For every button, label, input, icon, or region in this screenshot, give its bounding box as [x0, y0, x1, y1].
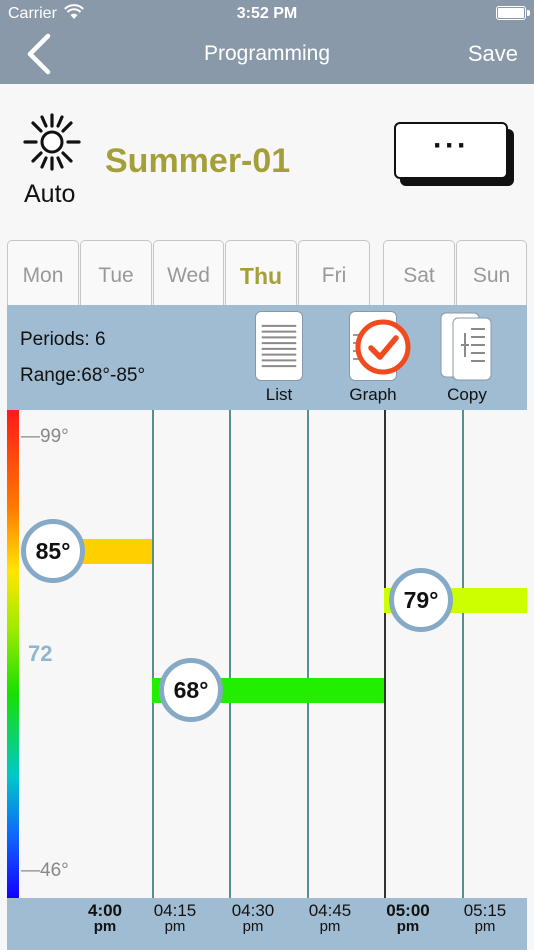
- grid-line: [307, 410, 309, 898]
- temperature-range: Range:68°-85°: [20, 365, 146, 386]
- page-title: Programming: [203, 42, 331, 65]
- setpoint-bubble[interactable]: 68°: [159, 657, 223, 722]
- mode-label: Auto: [24, 180, 76, 208]
- setpoint-bubble[interactable]: 85°: [21, 518, 85, 583]
- list-label: List: [265, 385, 293, 404]
- tab-mon[interactable]: Mon: [7, 240, 79, 306]
- grid-line-hour: [384, 410, 386, 898]
- temperature-graph[interactable]: —99° 72 —46° 85° 68° 79°: [7, 410, 527, 898]
- more-button-label: ···: [394, 122, 508, 179]
- periods-count: Periods: 6: [20, 329, 106, 350]
- scale-mid-label: 72: [28, 641, 53, 666]
- status-time: 3:52 PM: [236, 5, 298, 22]
- program-name: Summer-01: [105, 142, 291, 180]
- sun-icon[interactable]: [22, 112, 82, 172]
- programming-screen: Carrier 3:52 PM Programming Save Auto Su…: [0, 0, 534, 950]
- copy-icon: [440, 312, 492, 381]
- save-button[interactable]: Save: [468, 41, 518, 67]
- tab-wed[interactable]: Wed: [153, 240, 224, 306]
- navigation-bar: Carrier 3:52 PM Programming Save: [0, 0, 534, 84]
- scale-min-label: —46°: [21, 860, 69, 881]
- temperature-color-scale: [7, 410, 19, 898]
- day-tabs: Mon Tue Wed Thu Fri Sat Sun: [0, 239, 534, 306]
- time-axis: 4:00 pm 04:15 pm 04:30 pm 04:45 pm 05:00 pm 0…: [7, 898, 527, 950]
- time-label: 4:00 pm: [87, 901, 123, 935]
- tab-sun[interactable]: Sun: [456, 240, 527, 306]
- graph-check-icon: [353, 319, 411, 375]
- time-label: 04:30 pm: [231, 901, 275, 935]
- time-label: 05:15 pm: [463, 901, 507, 935]
- time-label: 04:15 pm: [153, 901, 197, 935]
- time-label: 04:45 pm: [308, 901, 352, 935]
- grid-line: [229, 410, 231, 898]
- scale-max-label: —99°: [21, 426, 69, 447]
- tab-fri[interactable]: Fri: [298, 240, 370, 306]
- list-icon: [255, 311, 303, 381]
- graph-label: Graph: [349, 385, 397, 404]
- more-options-button[interactable]: ···: [394, 122, 516, 186]
- grid-line: [462, 410, 464, 898]
- graph-button[interactable]: Graph: [333, 311, 413, 407]
- tab-tue[interactable]: Tue: [80, 240, 152, 306]
- status-bar: Carrier 3:52 PM: [0, 0, 534, 28]
- tab-thu[interactable]: Thu: [225, 240, 297, 306]
- setpoint-bubble[interactable]: 79°: [389, 567, 453, 632]
- copy-button[interactable]: Copy: [427, 311, 507, 407]
- battery-icon: [496, 6, 530, 20]
- copy-label: Copy: [447, 385, 487, 404]
- program-header: Auto Summer-01 ···: [0, 84, 534, 239]
- time-label: 05:00 pm: [386, 901, 430, 935]
- schedule-info-bar: Periods: 6 Range:68°-85° List Graph Copy: [7, 305, 527, 410]
- tab-sat[interactable]: Sat: [383, 240, 455, 306]
- setpoint-bar: [77, 538, 152, 564]
- grid-line: [152, 410, 154, 898]
- list-button[interactable]: List: [239, 311, 319, 407]
